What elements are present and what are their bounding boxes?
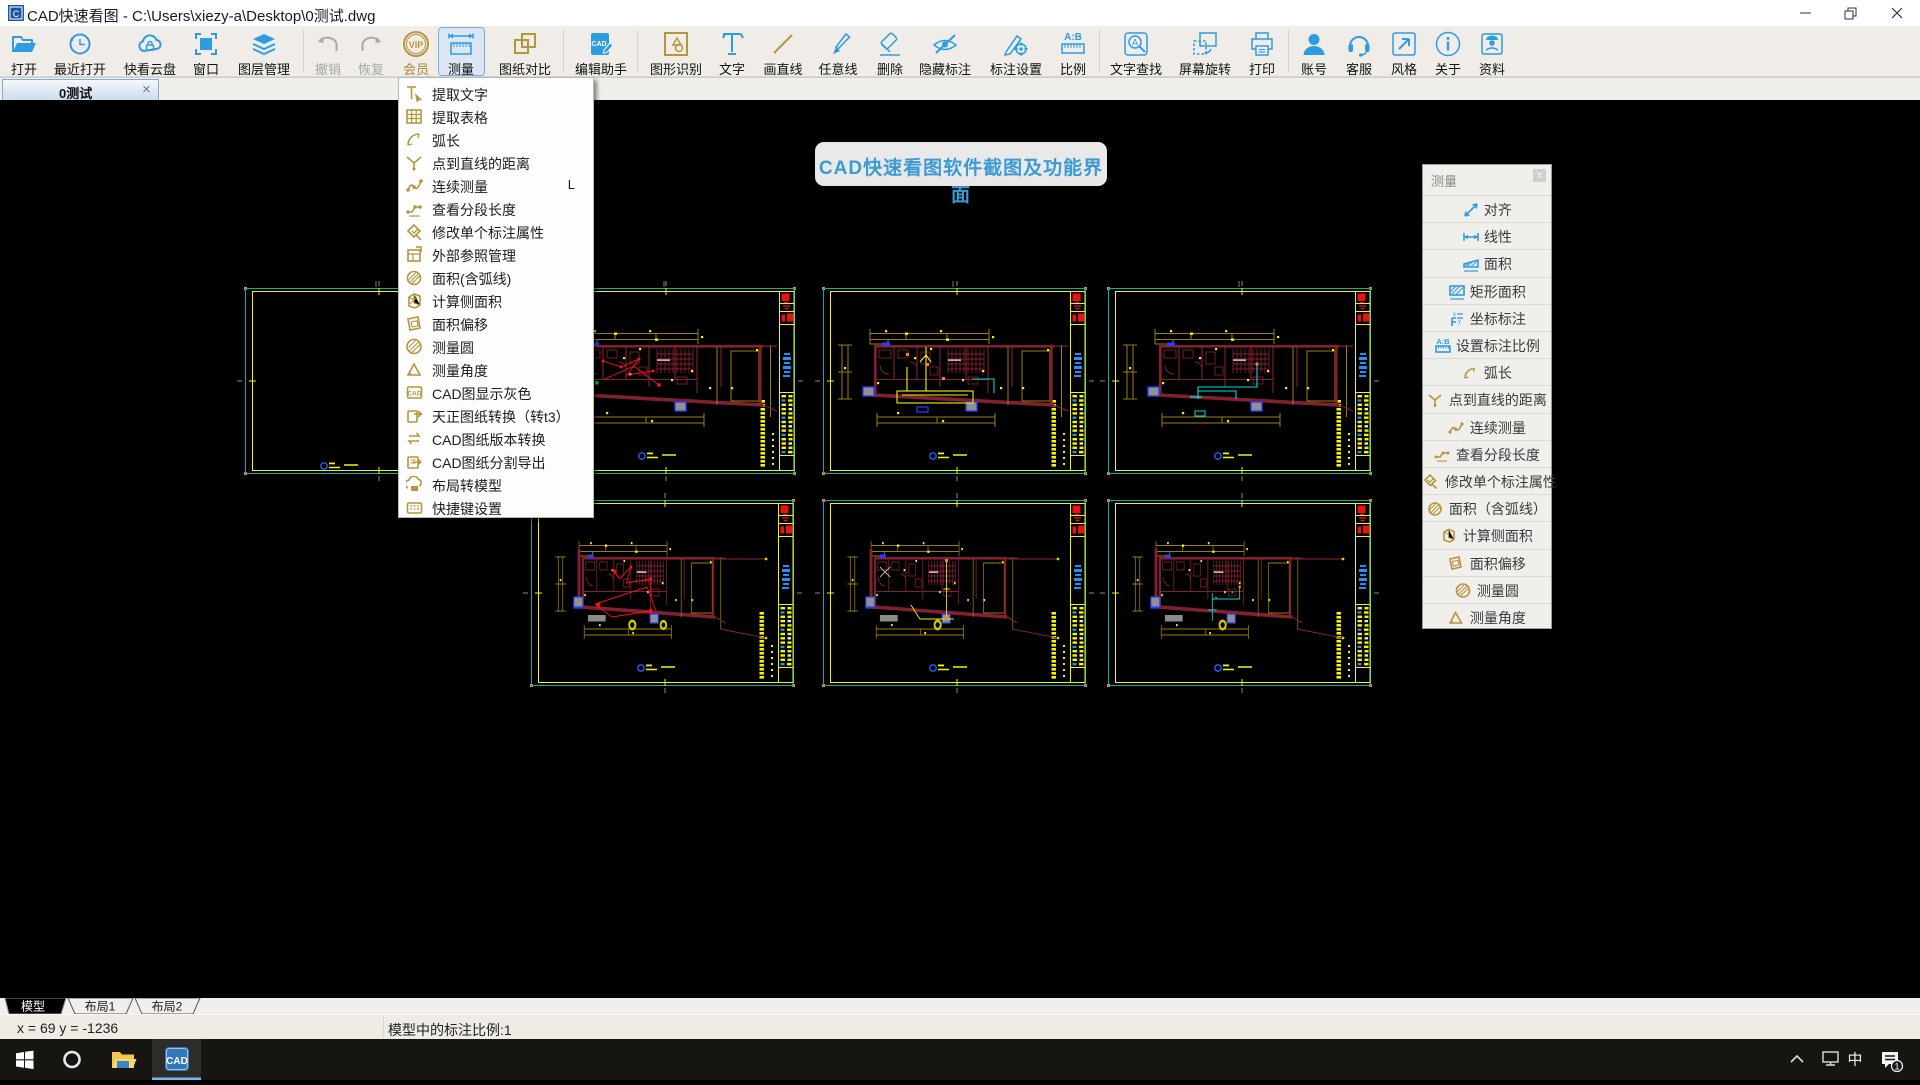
svg-text:VIP: VIP [409,40,424,50]
svg-text:布局2: 布局2 [152,1000,183,1014]
svg-text:布局1: 布局1 [85,1000,116,1014]
svg-text:A:B: A:B [1064,32,1082,43]
svg-text:x: x [1453,312,1456,318]
svg-text:中: 中 [1847,1052,1862,1069]
svg-text:A: A [1132,38,1138,48]
svg-text:y: y [1458,319,1461,325]
svg-text:模型: 模型 [21,1000,45,1014]
svg-text:CAD: CAD [166,1056,188,1067]
svg-text:CAD: CAD [591,41,606,48]
svg-text:CAD: CAD [407,391,421,398]
svg-text:A:B: A:B [1436,337,1450,346]
svg-text:C: C [13,9,20,19]
svg-text:1: 1 [1894,1062,1899,1072]
